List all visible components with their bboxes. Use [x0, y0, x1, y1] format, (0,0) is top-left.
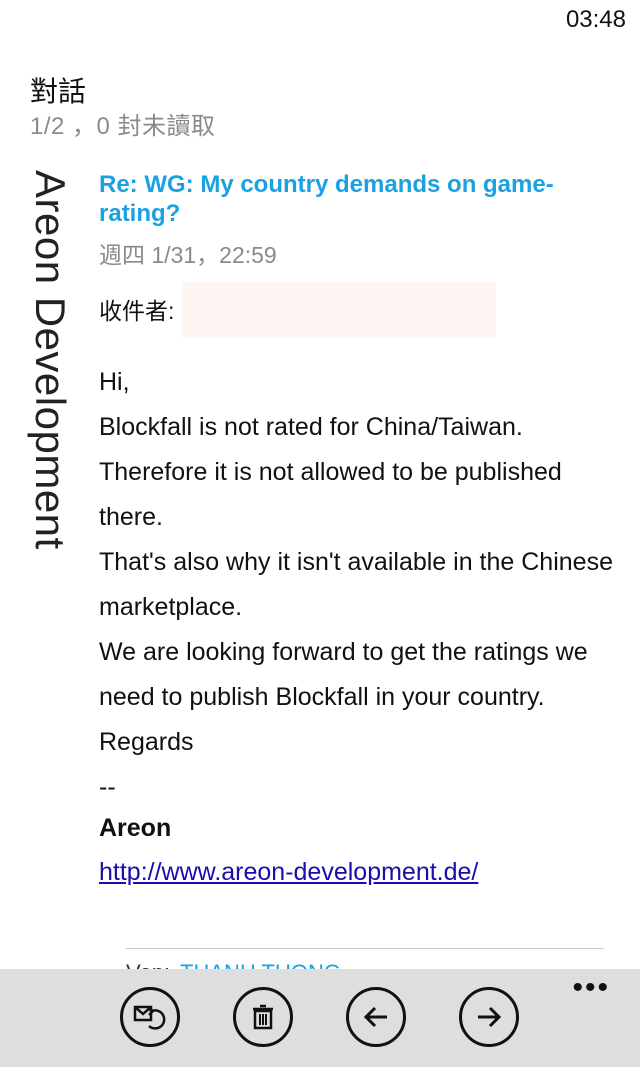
body-line: Blockfall is not rated for China/Taiwan. [99, 413, 523, 441]
status-time: 03:48 [565, 6, 626, 33]
message-divider [126, 948, 604, 949]
signature: Areon [99, 814, 172, 842]
reply-icon [133, 1005, 166, 1030]
conversation-title: 對話 [30, 76, 87, 107]
conversation-subtitle: 1/2 ，0 封未讀取 [30, 113, 216, 140]
body-line: -- [99, 773, 116, 801]
message-date: 週四 1/31，22:59 [99, 242, 277, 268]
website-link[interactable]: http://www.areon-development.de/ [99, 858, 478, 887]
next-button[interactable] [459, 987, 519, 1047]
to-recipient-redacted [182, 282, 496, 338]
body-line: Therefore it is not allowed to be publis… [99, 458, 562, 531]
forward-arrow-icon [478, 1006, 502, 1028]
to-label: 收件者: [99, 298, 175, 324]
previous-button[interactable] [346, 987, 406, 1047]
back-arrow-icon [363, 1006, 387, 1028]
body-line: Hi, [99, 368, 130, 396]
app-bar: ••• [0, 969, 640, 1067]
sender-name: Areon Development [27, 170, 74, 550]
delete-button[interactable] [233, 987, 293, 1047]
message-body: Hi, Blockfall is not rated for China/Tai… [99, 360, 619, 810]
delete-icon [253, 1004, 273, 1030]
message-subject: Re: WG: My country demands on game-ratin… [99, 171, 554, 227]
body-line: That's also why it isn't available in th… [99, 548, 613, 621]
sender-name-vertical[interactable]: Areon Development [22, 170, 74, 640]
reply-button[interactable] [120, 987, 180, 1047]
body-line: Regards [99, 728, 194, 756]
more-options-button[interactable]: ••• [572, 973, 610, 1003]
body-line: We are looking forward to get the rating… [99, 638, 588, 711]
